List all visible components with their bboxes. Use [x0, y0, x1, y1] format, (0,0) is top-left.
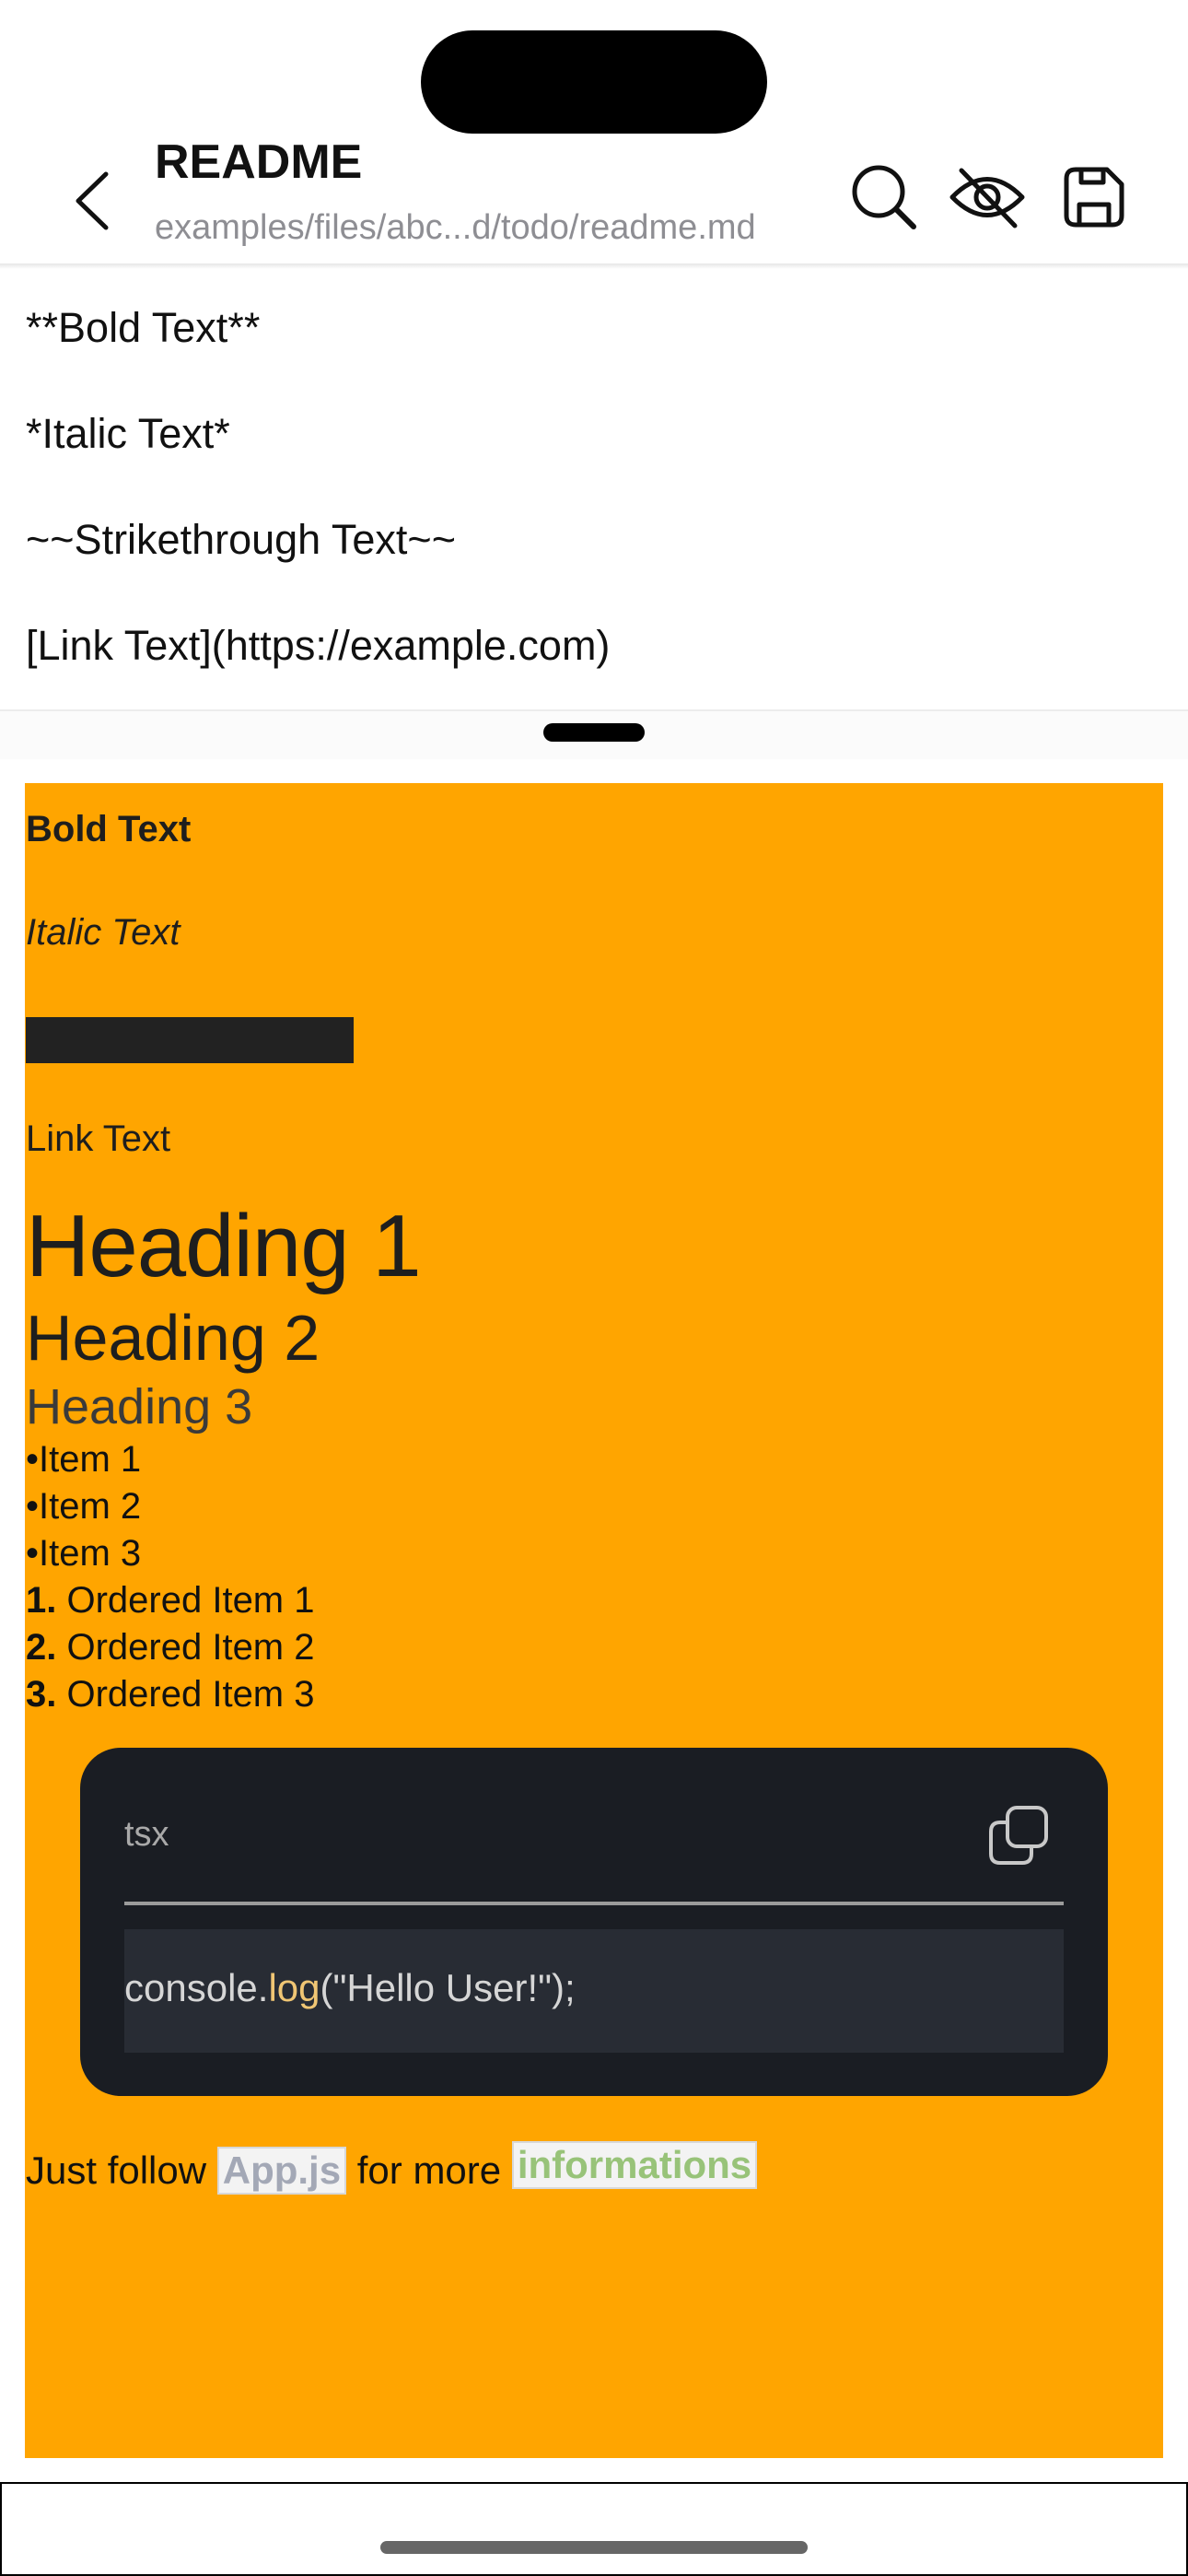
list-item-label: Item 3 [39, 1533, 142, 1574]
ordered-number: 1. [26, 1580, 57, 1621]
bullet: • [26, 1533, 40, 1574]
preview-heading-1: Heading 1 [26, 1197, 422, 1295]
file-path: examples/files/abc...d/todo/readme.md [155, 208, 756, 247]
search-icon [852, 165, 916, 229]
preview-strikethrough-block [26, 1017, 354, 1063]
ordered-number: 2. [26, 1627, 57, 1668]
resize-handle[interactable] [543, 723, 645, 742]
follow-text-mid: for more [346, 2149, 512, 2192]
ordered-label: Ordered Item 1 [66, 1580, 315, 1621]
bottom-bar [0, 2482, 1188, 2576]
search-button[interactable] [845, 158, 923, 236]
home-indicator[interactable] [380, 2541, 808, 2554]
code-arguments: ("Hello User!"); [320, 1966, 576, 2009]
bullet: • [26, 1486, 40, 1527]
ordered-label: Ordered Item 2 [66, 1627, 315, 1668]
preview-heading-3: Heading 3 [26, 1379, 253, 1434]
eye-off-icon [949, 168, 1025, 228]
code-object: console. [124, 1966, 269, 2009]
editor-line: [Link Text](https://example.com) [26, 622, 611, 669]
code-function: log [268, 1966, 320, 2009]
list-item: •Item 2 [26, 1486, 141, 1528]
ordered-list-item: 3. Ordered Item 3 [26, 1674, 315, 1715]
preview-link[interactable]: Link Text [26, 1118, 170, 1160]
follow-paragraph: Just follow App.js for more informations [26, 2141, 758, 2195]
editor-line: ~~Strikethrough Text~~ [26, 516, 456, 563]
ordered-number: 3. [26, 1674, 57, 1715]
back-button[interactable] [57, 157, 127, 245]
inline-code-appjs: App.js [216, 2147, 347, 2195]
ordered-label: Ordered Item 3 [66, 1674, 315, 1715]
preview-heading-2: Heading 2 [26, 1302, 320, 1374]
copy-icon [989, 1806, 1048, 1865]
save-button[interactable] [1055, 158, 1133, 236]
list-item-label: Item 2 [39, 1486, 142, 1527]
back-chevron-icon [76, 171, 109, 230]
editor-line: **Bold Text** [26, 304, 261, 351]
bullet: • [26, 1439, 40, 1480]
list-item: •Item 1 [26, 1439, 141, 1481]
preview-italic-text: Italic Text [26, 912, 181, 953]
toggle-preview-button[interactable] [949, 158, 1026, 236]
markdown-editor[interactable]: **Bold Text** *Italic Text* ~~Strikethro… [0, 269, 1188, 709]
code-header-divider [124, 1902, 1064, 1905]
inline-code-informations: informations [511, 2141, 758, 2189]
dynamic-island [421, 30, 767, 134]
list-item-label: Item 1 [39, 1439, 142, 1480]
editor-line: *Italic Text* [26, 410, 230, 457]
list-item: •Item 3 [26, 1533, 141, 1575]
ordered-list-item: 1. Ordered Item 1 [26, 1580, 315, 1622]
preview-bold-text: Bold Text [26, 809, 192, 849]
code-line: console.log("Hello User!"); [124, 1966, 576, 2010]
page-title: README [155, 135, 363, 189]
copy-code-button[interactable] [982, 1798, 1055, 1872]
follow-text-pre: Just follow [26, 2149, 217, 2192]
code-language-label: tsx [124, 1815, 169, 1854]
save-icon [1064, 167, 1124, 228]
ordered-list-item: 2. Ordered Item 2 [26, 1627, 315, 1669]
